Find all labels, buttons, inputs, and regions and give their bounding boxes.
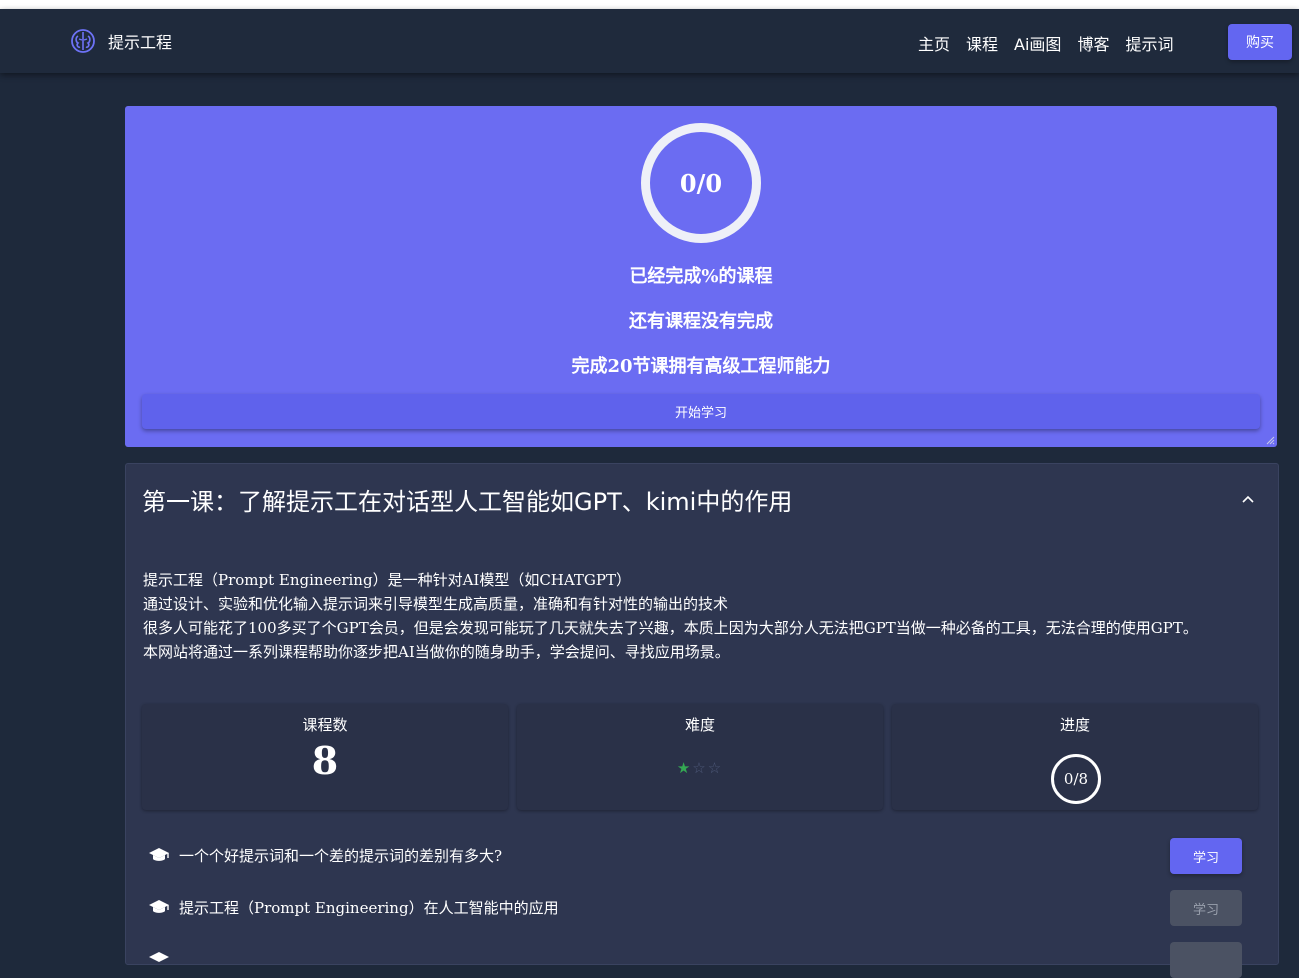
buy-button[interactable]: 购买 — [1228, 24, 1292, 60]
chevron-up-icon[interactable] — [1242, 494, 1254, 506]
goal-text: 完成20节课拥有高级工程师能力 — [571, 356, 831, 377]
brand[interactable]: 提示工程 — [70, 28, 172, 54]
description-line: 提示工程（Prompt Engineering）是一种针对AI模型（如CHATG… — [143, 571, 631, 589]
lesson-card: 第一课：了解提示工在对话型人工智能如GPT、kimi中的作用 提示工程（Prom… — [125, 463, 1279, 978]
lesson-item-label: 一个个好提示词和一个差的提示词的差别有多大? — [179, 847, 503, 865]
lesson-title: 第一课：了解提示工在对话型人工智能如GPT、kimi中的作用 — [142, 488, 793, 516]
star-empty-icon: ☆ — [707, 759, 724, 777]
description-line: 通过设计、实验和优化输入提示词来引导模型生成高质量，准确和有针对性的输出的技术 — [143, 595, 729, 613]
completion-text: 已经完成%的课程 — [629, 266, 773, 287]
graduation-cap-icon — [149, 848, 169, 861]
list-item: 一个个好提示词和一个差的提示词的差别有多大? 学习 — [148, 838, 1248, 874]
nav-link-ai-drawing[interactable]: Ai画图 — [1014, 31, 1061, 55]
graduation-cap-icon — [149, 900, 169, 913]
progress-mini-ring-text: 0/8 — [1063, 770, 1089, 788]
top-border — [0, 0, 1299, 9]
nav-links: 主页 课程 Ai画图 博客 提示词 — [918, 31, 1173, 55]
list-item-partial — [148, 942, 1248, 978]
nav-link-courses[interactable]: 课程 — [966, 31, 998, 55]
brain-icon — [71, 29, 95, 53]
nav-link-blog[interactable]: 博客 — [1077, 31, 1109, 55]
star-filled-icon: ★ — [676, 759, 693, 777]
start-learning-button[interactable]: 开始学习 — [142, 394, 1260, 429]
lesson-item-label: 提示工程（Prompt Engineering）在人工智能中的应用 — [179, 899, 559, 917]
course-count-box: 课程数 8 — [142, 704, 508, 810]
graduation-cap-icon — [149, 952, 169, 962]
difficulty-label: 难度 — [684, 716, 715, 734]
progress-box: 进度 0/8 — [892, 704, 1258, 810]
study-button-partial — [1170, 942, 1242, 978]
resize-grip-icon[interactable] — [1266, 436, 1275, 445]
progress-mini-ring: 0/8 — [1051, 754, 1101, 804]
nav-link-prompts[interactable]: 提示词 — [1125, 31, 1173, 55]
navbar: 提示工程 主页 课程 Ai画图 博客 提示词 购买 — [0, 9, 1299, 73]
nav-link-home[interactable]: 主页 — [918, 31, 950, 55]
study-button[interactable]: 学习 — [1170, 838, 1242, 874]
progress-label: 进度 — [1059, 716, 1090, 734]
study-button-disabled: 学习 — [1170, 890, 1242, 926]
course-count-value: 8 — [311, 738, 339, 783]
progress-ring: 0/0 — [641, 123, 761, 243]
lesson-description: 提示工程（Prompt Engineering）是一种针对AI模型（如CHATG… — [143, 568, 1243, 664]
remaining-text: 还有课程没有完成 — [629, 311, 773, 332]
description-line: 本网站将通过一系列课程帮助你逐步把AI当做你的随身助手，学会提问、寻找应用场景。 — [143, 643, 730, 661]
difficulty-box: 难度 ★☆☆ — [517, 704, 883, 810]
star-empty-icon: ☆ — [692, 759, 708, 777]
difficulty-stars: ★☆☆ — [517, 759, 883, 777]
course-count-label: 课程数 — [302, 716, 348, 734]
list-item: 提示工程（Prompt Engineering）在人工智能中的应用 学习 — [148, 890, 1248, 926]
brand-name: 提示工程 — [108, 33, 173, 52]
progress-card: 0/0 已经完成%的课程 还有课程没有完成 完成20节课拥有高级工程师能力 开始… — [125, 106, 1277, 447]
description-line: 很多人可能花了100多买了个GPT会员，但是会发现可能玩了几天就失去了兴趣，本质… — [143, 619, 1198, 637]
progress-ring-text: 0/0 — [679, 168, 723, 198]
